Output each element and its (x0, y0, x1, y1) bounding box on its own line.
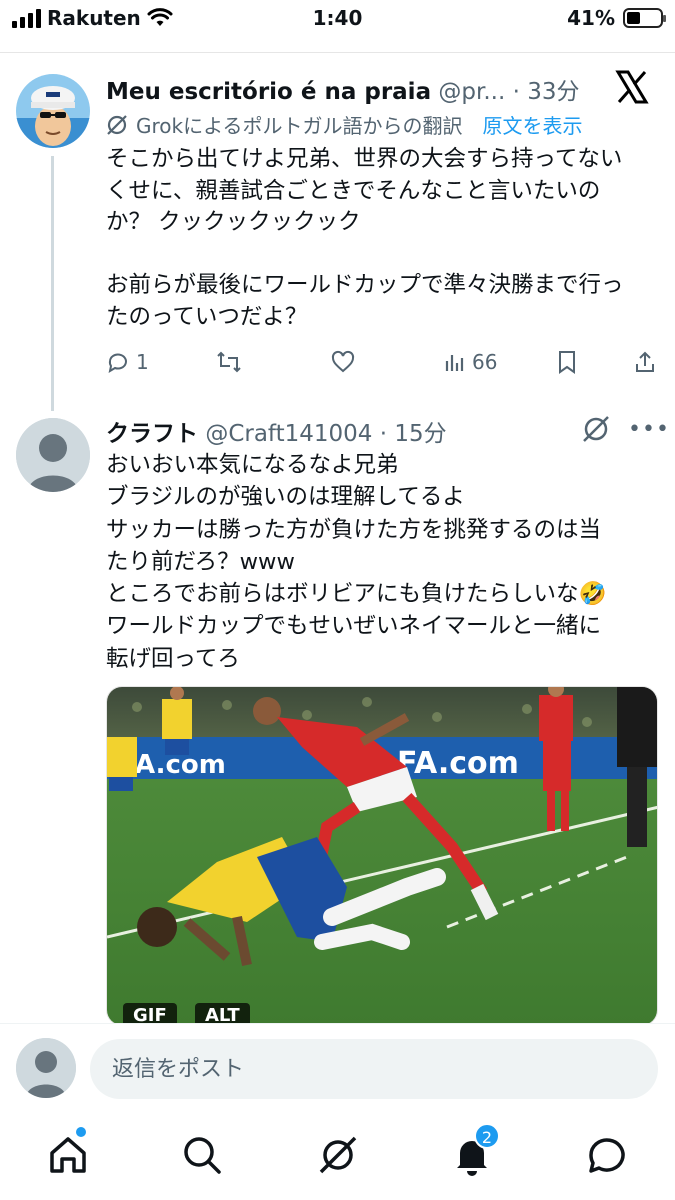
tweet2-line: ところでお前らはボリビアにも負けたらしいな🤣 (106, 581, 607, 608)
reply-icon (108, 353, 127, 374)
home-unread-dot (76, 1127, 86, 1137)
carrier: Rakuten (12, 6, 173, 30)
grok-icon[interactable] (582, 415, 610, 443)
tweet2-line: たり前だろ？www (106, 548, 295, 575)
tweet1-separator: · (512, 79, 520, 105)
repost-icon (217, 351, 241, 373)
status-bar: Rakuten 1:40 41% (0, 0, 675, 40)
home-icon (50, 1137, 86, 1173)
views-count: 66 (472, 350, 498, 374)
tweet2-line: おいおい本気になるなよ兄弟 (106, 452, 399, 478)
battery-fill (627, 12, 640, 24)
tweet2-handle[interactable]: @Craft141004 (205, 421, 372, 447)
tweet2-author[interactable]: クラフト (106, 421, 198, 447)
thread-line (51, 156, 54, 411)
tweet1-line: そこから出てけよ兄弟、世界の大会すら持ってない (106, 146, 623, 172)
tweet1-actions: 1 66 (106, 350, 658, 380)
tweet1-header: Meu escritório é na praia @pr... · 33分 (106, 72, 580, 106)
tweet2-body: おいおい本気になるなよ兄弟 ブラジルのが強いのは理解してるよ サッカーは勝った方… (106, 449, 661, 675)
more-icon[interactable]: ••• (628, 417, 670, 442)
battery-percent: 41% (567, 6, 615, 30)
nav-home[interactable] (46, 1127, 90, 1177)
carrier-label: Rakuten (47, 6, 141, 30)
views-icon (445, 355, 464, 371)
tweet2-time[interactable]: 15分 (394, 421, 446, 447)
messages-icon (589, 1138, 625, 1173)
tweet2-separator: · (379, 421, 388, 447)
avatar-tweet2[interactable] (16, 418, 90, 492)
repost-button[interactable] (216, 350, 242, 374)
like-button[interactable] (331, 350, 355, 374)
tweet2-line: ブラジルのが強いのは理解してるよ (106, 484, 465, 511)
tweet1-body: そこから出てけよ兄弟、世界の大会すら持ってない くせに、親善試合ごときでそんなこ… (106, 144, 656, 333)
tweet1-author[interactable]: Meu escritório é na praia (106, 79, 431, 105)
tweet1-line: お前らが最後にワールドカップで準々決勝まで行っ (106, 272, 624, 298)
reply-input[interactable] (90, 1039, 658, 1099)
battery-icon (623, 8, 666, 28)
notification-count: 2 (474, 1123, 500, 1149)
nav-notifications[interactable]: 2 (450, 1123, 500, 1177)
share-button[interactable] (634, 350, 656, 374)
bookmark-button[interactable] (556, 350, 578, 374)
tweet2-line: 転げ回ってろ (106, 645, 240, 672)
share-icon (636, 351, 654, 372)
tweet1-line: か？ クックックックック (106, 209, 361, 235)
my-avatar[interactable] (16, 1038, 76, 1098)
signal-icon (12, 8, 41, 28)
translation-note: Grokによるポルトガル語からの翻訳 原文を表示 (106, 110, 583, 139)
grok-nav-icon (319, 1136, 357, 1174)
nav-grok[interactable] (316, 1133, 360, 1177)
tweet1-line: たのっていつだよ？ (106, 303, 308, 330)
banner-text: FA.com (397, 746, 519, 781)
tweet1-line: くせに、親善試合ごときでそんなこと言いたいの (106, 177, 601, 204)
tweet1-time[interactable]: 33分 (527, 79, 579, 105)
nav-search[interactable] (180, 1133, 224, 1177)
bottom-nav: 2 (0, 1117, 675, 1200)
avatar-tweet1[interactable] (16, 74, 90, 148)
search-icon (184, 1137, 221, 1174)
views-button[interactable]: 66 (444, 350, 497, 374)
translation-label: Grokによるポルトガル語からの翻訳 (136, 114, 463, 138)
tweet2-media-gif[interactable]: A.com FA.com GIF ALT (106, 686, 658, 1026)
tweet2-line: サッカーは勝った方が負けた方を挑発するのは当 (106, 516, 602, 543)
x-logo-icon[interactable] (615, 70, 649, 104)
bookmark-icon (559, 351, 575, 374)
nav-messages[interactable] (585, 1133, 629, 1177)
tweet2-header: クラフト @Craft141004 · 15分 (106, 414, 447, 448)
header-divider (0, 52, 675, 53)
show-original-link[interactable]: 原文を表示 (483, 110, 583, 139)
battery: 41% (567, 6, 666, 30)
tweet1-handle[interactable]: @pr... (438, 79, 505, 105)
tweet2-line: ワールドカップでもせいぜいネイマールと一緒に (106, 613, 602, 640)
reply-button[interactable]: 1 (106, 350, 149, 374)
reply-count: 1 (136, 350, 149, 374)
grok-icon (107, 114, 127, 135)
gif-image: A.com FA.com (107, 687, 657, 1025)
like-icon (331, 350, 355, 373)
wifi-icon (147, 8, 173, 26)
reply-bar (0, 1023, 675, 1117)
